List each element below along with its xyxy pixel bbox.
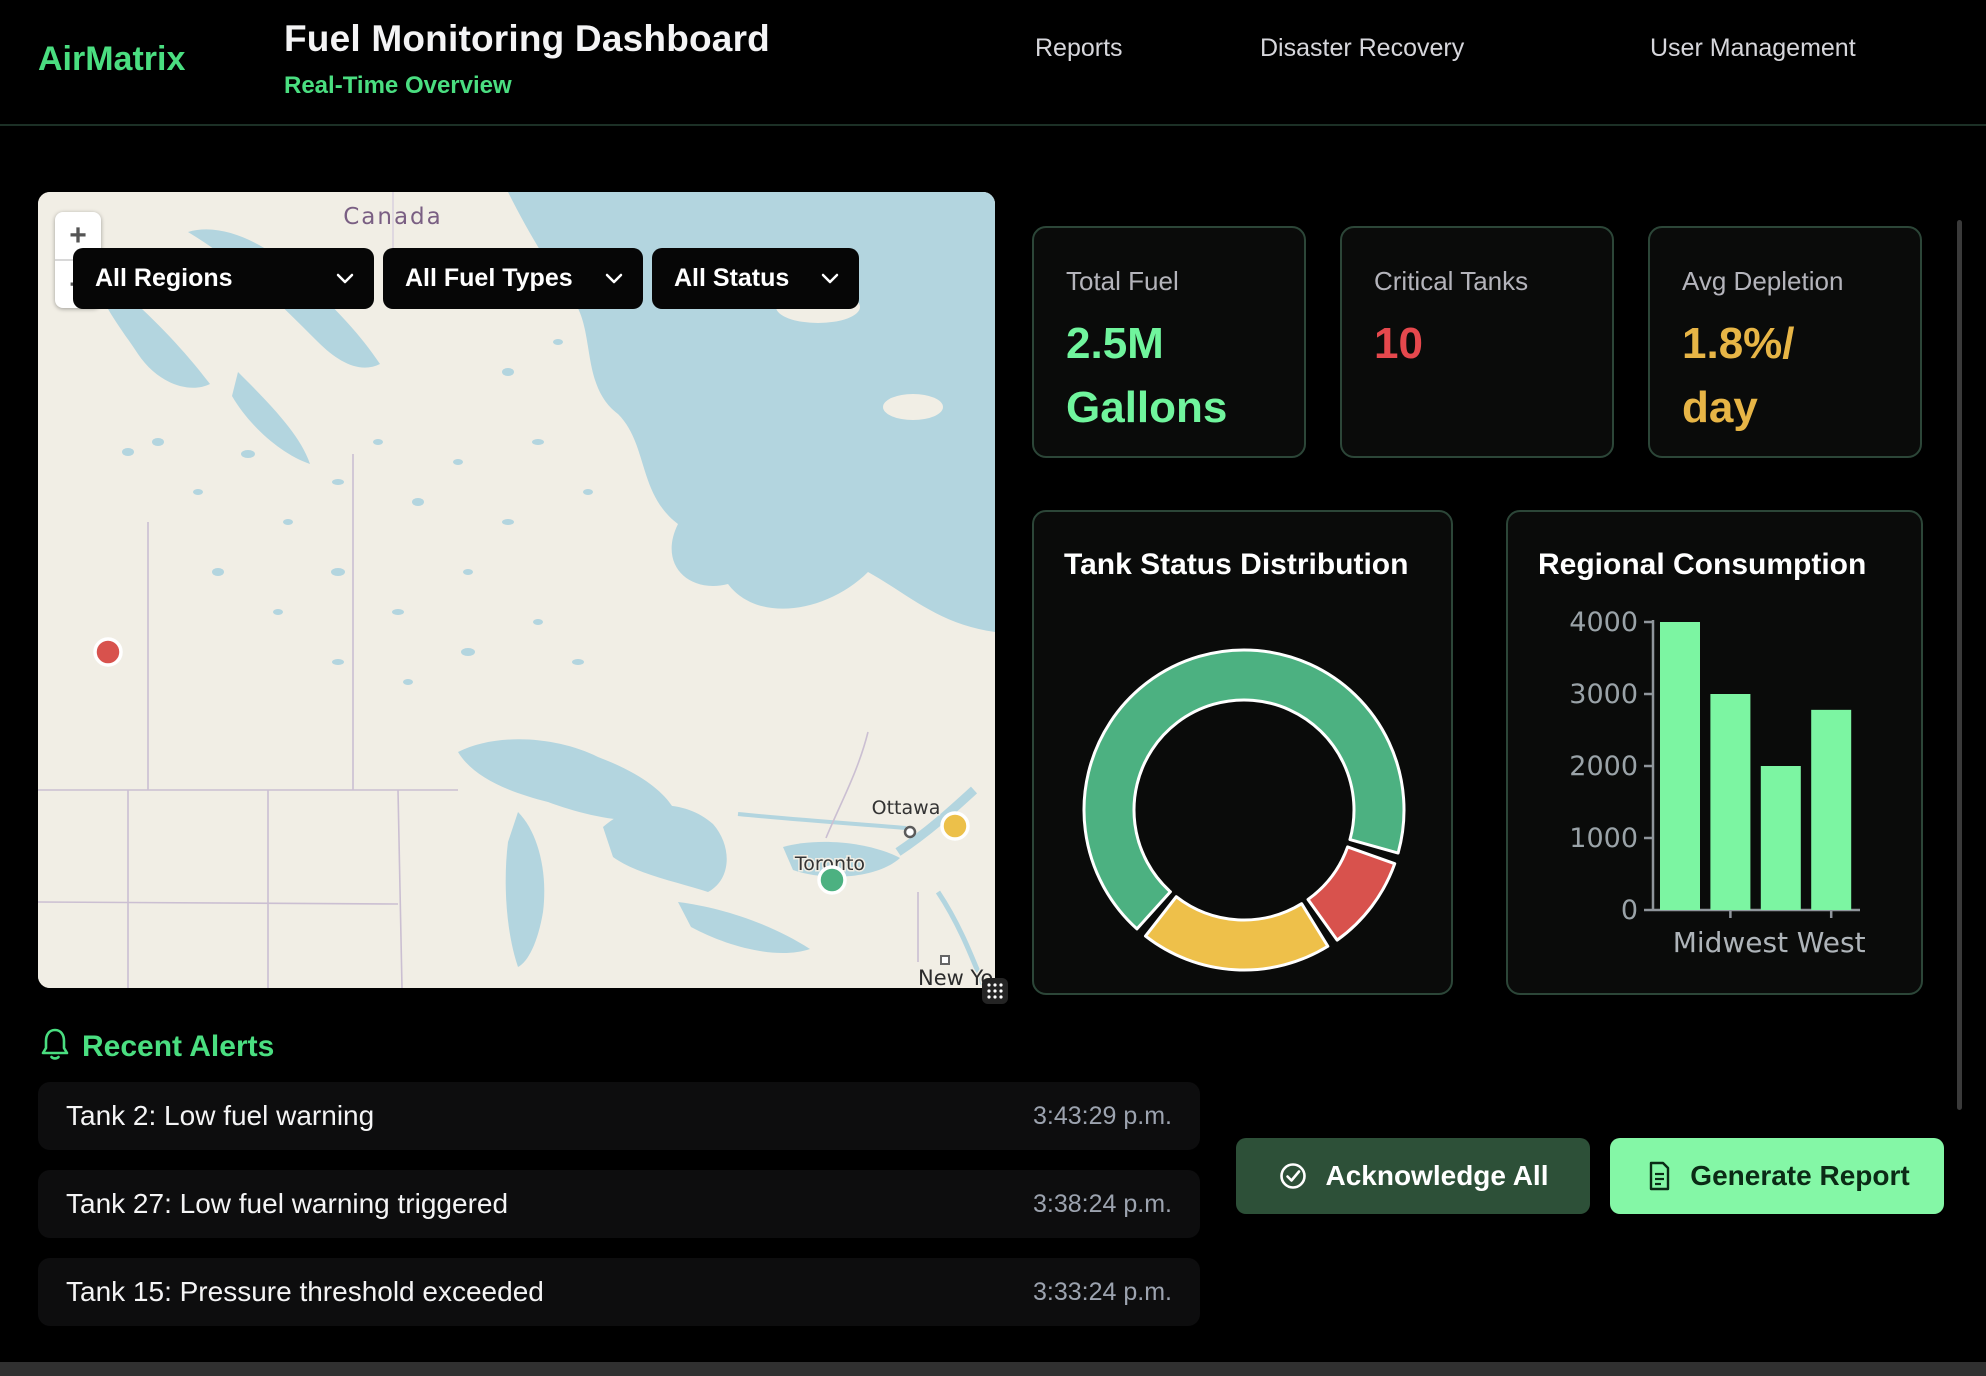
check-circle-icon xyxy=(1277,1160,1309,1192)
alert-time: 3:38:24 p.m. xyxy=(1033,1190,1172,1219)
grip-dots-icon xyxy=(986,982,1004,1000)
stat-label: Total Fuel xyxy=(1066,266,1179,297)
app-logo: AirMatrix xyxy=(38,40,185,79)
page-title: Fuel Monitoring Dashboard xyxy=(284,18,770,60)
tank-marker-critical[interactable] xyxy=(95,639,121,665)
map-label-ottawa: Ottawa xyxy=(872,797,941,819)
donut-segment-red xyxy=(1308,847,1395,940)
page-subtitle: Real-Time Overview xyxy=(284,72,512,100)
tank-status-donut-chart xyxy=(1034,572,1455,997)
alert-time: 3:33:24 p.m. xyxy=(1033,1278,1172,1307)
map-label-canada: Canada xyxy=(343,204,443,230)
map-panel[interactable]: Canada Ottawa Toronto New York xyxy=(38,192,995,988)
tank-status-panel: Tank Status Distribution xyxy=(1032,510,1453,995)
region-filter-dropdown[interactable]: All Regions xyxy=(73,248,374,309)
region-filter-value: All Regions xyxy=(95,264,233,293)
stat-card-critical-tanks: Critical Tanks 10 xyxy=(1340,226,1614,458)
y-tick-label: 2000 xyxy=(1569,751,1638,782)
stat-value-critical-tanks: 10 xyxy=(1374,312,1423,376)
stat-card-avg-depletion: Avg Depletion 1.8%/day xyxy=(1648,226,1922,458)
ottawa-town-dot xyxy=(905,827,915,837)
regional-consumption-panel: Regional Consumption 01000200030004000Mi… xyxy=(1506,510,1923,995)
nav-user-management[interactable]: User Management xyxy=(1650,34,1856,63)
x-tick-label: West xyxy=(1797,926,1866,959)
stat-label: Critical Tanks xyxy=(1374,266,1528,297)
generate-report-button[interactable]: Generate Report xyxy=(1610,1138,1944,1214)
alert-row[interactable]: Tank 15: Pressure threshold exceeded 3:3… xyxy=(38,1258,1200,1326)
regional-consumption-bar-chart: 0 1000 2000 3000 4000 Midwest West xyxy=(1508,512,1925,993)
alerts-section-title: Recent Alerts xyxy=(82,1030,274,1064)
chevron-down-icon xyxy=(821,273,839,284)
map-drag-handle[interactable] xyxy=(982,978,1008,1004)
consumption-bar xyxy=(1660,622,1700,910)
alert-row[interactable]: Tank 27: Low fuel warning triggered 3:38… xyxy=(38,1170,1200,1238)
fuel-type-filter-dropdown[interactable]: All Fuel Types xyxy=(383,248,643,309)
map-filters: All Regions All Fuel Types All Status xyxy=(73,248,859,309)
consumption-bar xyxy=(1710,694,1750,910)
chevron-down-icon xyxy=(336,273,354,284)
generate-report-label: Generate Report xyxy=(1690,1160,1909,1192)
y-tick-label: 4000 xyxy=(1569,607,1638,638)
chevron-down-icon xyxy=(605,273,623,284)
stat-value-total-fuel: 2.5MGallons xyxy=(1066,312,1227,440)
newyork-town-dot xyxy=(941,956,949,964)
x-tick-label: Midwest xyxy=(1673,926,1788,959)
alert-message: Tank 27: Low fuel warning triggered xyxy=(66,1188,508,1220)
map-canvas: Canada Ottawa Toronto New York xyxy=(38,192,995,988)
nav-reports[interactable]: Reports xyxy=(1035,34,1123,63)
acknowledge-all-label: Acknowledge All xyxy=(1325,1160,1548,1192)
stat-card-total-fuel: Total Fuel 2.5MGallons xyxy=(1032,226,1306,458)
horizontal-scrollbar[interactable] xyxy=(0,1362,1986,1376)
alert-message: Tank 15: Pressure threshold exceeded xyxy=(66,1276,544,1308)
alert-message: Tank 2: Low fuel warning xyxy=(66,1100,374,1132)
status-filter-dropdown[interactable]: All Status xyxy=(652,248,859,309)
fuel-type-filter-value: All Fuel Types xyxy=(405,264,573,293)
stat-label: Avg Depletion xyxy=(1682,266,1843,297)
stat-value-avg-depletion: 1.8%/day xyxy=(1682,312,1795,440)
y-tick-label: 3000 xyxy=(1569,679,1638,710)
status-filter-value: All Status xyxy=(674,264,789,293)
y-tick-label: 0 xyxy=(1621,895,1638,926)
header: AirMatrix Fuel Monitoring Dashboard Real… xyxy=(0,0,1986,126)
y-tick-label: 1000 xyxy=(1569,823,1638,854)
tank-marker-warning[interactable] xyxy=(942,813,968,839)
vertical-scrollbar[interactable] xyxy=(1957,220,1962,1110)
nav-disaster-recovery[interactable]: Disaster Recovery xyxy=(1260,34,1464,63)
consumption-bar xyxy=(1761,766,1801,910)
acknowledge-all-button[interactable]: Acknowledge All xyxy=(1236,1138,1590,1214)
dashboard-root: AirMatrix Fuel Monitoring Dashboard Real… xyxy=(0,0,1986,1376)
consumption-bar xyxy=(1811,710,1851,910)
bell-icon xyxy=(38,1026,72,1064)
alert-time: 3:43:29 p.m. xyxy=(1033,1102,1172,1131)
report-document-icon xyxy=(1644,1160,1674,1192)
alert-row[interactable]: Tank 2: Low fuel warning 3:43:29 p.m. xyxy=(38,1082,1200,1150)
donut-segment-yellow xyxy=(1145,897,1327,970)
tank-marker-normal[interactable] xyxy=(819,867,845,893)
